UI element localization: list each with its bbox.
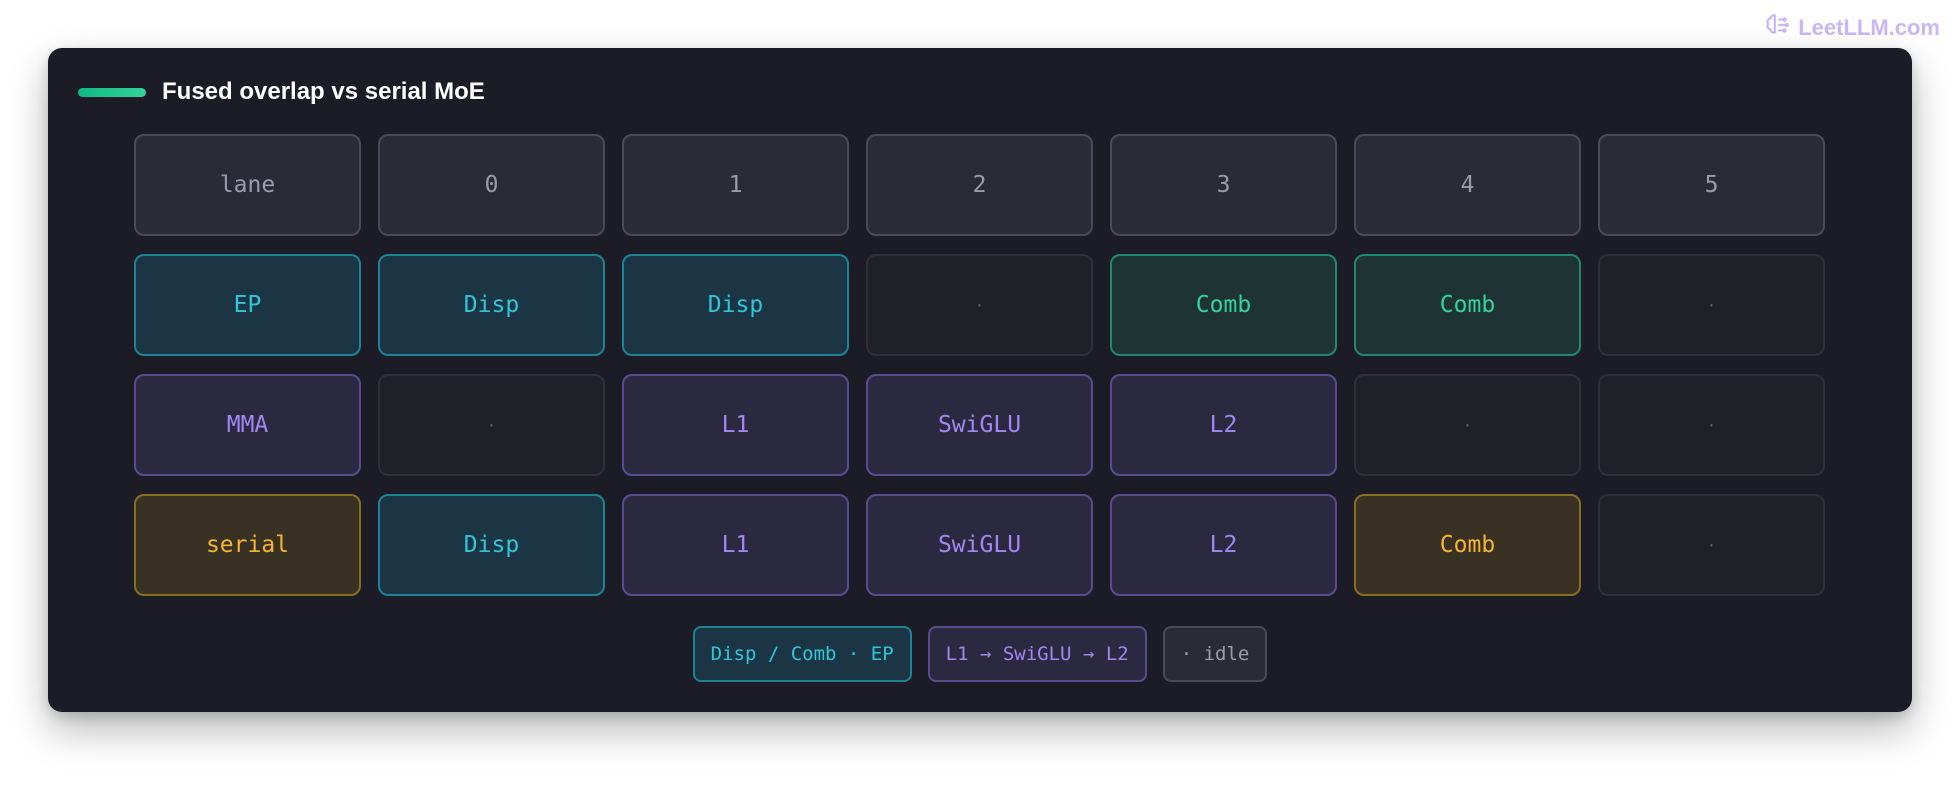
ep-cell-3: Comb bbox=[1110, 254, 1337, 356]
header-cell-step-2: 2 bbox=[866, 134, 1093, 236]
legend-item-ep: Disp / Comb · EP bbox=[692, 626, 912, 682]
mma-cell-2: SwiGLU bbox=[866, 374, 1093, 476]
mma-cell-3: L2 bbox=[1110, 374, 1337, 476]
mma-cell-0: · bbox=[378, 374, 605, 476]
lane-label-ep: EP bbox=[134, 254, 361, 356]
serial-cell-0: Disp bbox=[378, 494, 605, 596]
title-accent-bar bbox=[78, 87, 146, 97]
diagram-title: Fused overlap vs serial MoE bbox=[162, 78, 485, 105]
serial-cell-2: SwiGLU bbox=[866, 494, 1093, 596]
header-cell-step-5: 5 bbox=[1598, 134, 1825, 236]
mma-cell-5: · bbox=[1598, 374, 1825, 476]
header-cell-step-0: 0 bbox=[378, 134, 605, 236]
serial-cell-4: Comb bbox=[1354, 494, 1581, 596]
header-cell-step-1: 1 bbox=[622, 134, 849, 236]
lane-label-mma: MMA bbox=[134, 374, 361, 476]
lane-label-serial: serial bbox=[134, 494, 361, 596]
serial-cell-3: L2 bbox=[1110, 494, 1337, 596]
ep-cell-0: Disp bbox=[378, 254, 605, 356]
ep-cell-1: Disp bbox=[622, 254, 849, 356]
header-cell-lane: lane bbox=[134, 134, 361, 236]
legend: Disp / Comb · EP L1 → SwiGLU → L2 · idle bbox=[48, 626, 1912, 682]
ep-cell-5: · bbox=[1598, 254, 1825, 356]
legend-item-mma: L1 → SwiGLU → L2 bbox=[927, 626, 1147, 682]
header-cell-step-3: 3 bbox=[1110, 134, 1337, 236]
mma-cell-4: · bbox=[1354, 374, 1581, 476]
title-row: Fused overlap vs serial MoE bbox=[78, 78, 485, 106]
brand-logo: LeetLLM.com bbox=[1764, 12, 1940, 44]
ep-cell-4: Comb bbox=[1354, 254, 1581, 356]
header-cell-step-4: 4 bbox=[1354, 134, 1581, 236]
serial-cell-5: · bbox=[1598, 494, 1825, 596]
brain-icon bbox=[1764, 12, 1790, 44]
serial-cell-1: L1 bbox=[622, 494, 849, 596]
brand-text: LeetLLM.com bbox=[1798, 15, 1940, 40]
diagram-card: Fused overlap vs serial MoE lane 0 1 2 3… bbox=[48, 48, 1912, 712]
legend-item-idle: · idle bbox=[1162, 626, 1268, 682]
mma-cell-1: L1 bbox=[622, 374, 849, 476]
timeline-grid: lane 0 1 2 3 4 5 EP Disp Disp · Comb Com… bbox=[134, 134, 1825, 596]
ep-cell-2: · bbox=[866, 254, 1093, 356]
